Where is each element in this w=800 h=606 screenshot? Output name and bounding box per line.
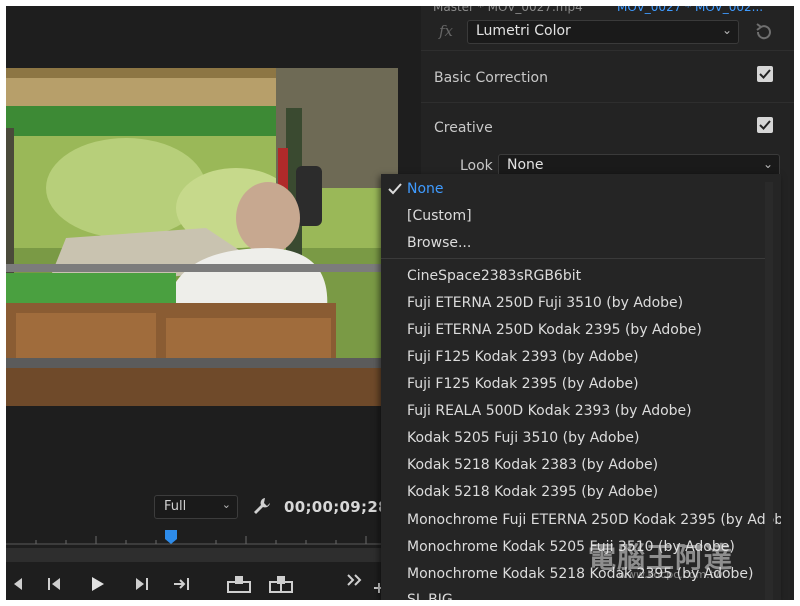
zoom-scrollbar[interactable] [6,548,421,562]
fx-icon[interactable]: fx [439,22,453,40]
section-basic-correction[interactable]: Basic Correction [434,70,548,86]
section-creative[interactable]: Creative [434,120,493,136]
program-monitor: Full ⌄ 00;00;09;28 [6,6,421,600]
menu-item-look[interactable]: CineSpace2383sRGB6bit [407,268,581,284]
play-icon[interactable] [86,574,108,594]
chevron-down-icon: ⌄ [721,23,732,37]
menu-item-look[interactable]: Fuji F125 Kodak 2393 (by Adobe) [407,349,639,365]
menu-separator [381,258,769,259]
effect-select[interactable]: Lumetri Color ⌄ [467,20,739,44]
creative-checkbox[interactable] [757,117,773,133]
menu-item-look[interactable]: Kodak 5218 Kodak 2383 (by Adobe) [407,457,658,473]
menu-item-look[interactable]: SL BIG [407,592,453,600]
menu-item-custom[interactable]: [Custom] [407,208,472,224]
menu-item-look[interactable]: Fuji ETERNA 250D Kodak 2395 (by Adobe) [407,322,702,338]
clip-header-master[interactable]: Master * MOV_0027.mp4 [433,6,583,14]
extract-icon[interactable] [268,574,294,594]
step-back-icon[interactable] [8,574,30,594]
menu-item-none[interactable]: None [407,181,444,197]
menu-item-look[interactable]: Monochrome Fuji ETERNA 250D Kodak 2395 (… [407,512,781,528]
video-frame [6,68,398,406]
go-to-out-icon[interactable] [172,574,194,594]
menu-item-look[interactable]: Kodak 5218 Kodak 2395 (by Adobe) [407,484,658,500]
lift-icon[interactable] [226,574,252,594]
time-ruler[interactable] [6,526,421,548]
playhead-timecode[interactable]: 00;00;09;28 [284,498,389,516]
watermark-url: www.kocpc.com.tw [618,568,724,581]
wrench-icon[interactable] [252,496,272,516]
chevron-down-icon: ⌄ [221,498,231,511]
transport-controls [6,568,421,600]
reset-icon[interactable] [753,22,773,42]
more-controls-icon[interactable] [344,570,366,590]
premiere-window: Full ⌄ 00;00;09;28 Master * MOV_0027.mp4… [6,6,794,600]
menu-item-look[interactable]: Kodak 5205 Fuji 3510 (by Adobe) [407,430,639,446]
clip-header-sequence[interactable]: MOV_0027 * MOV_002... [617,6,763,14]
checkmark-icon [388,183,402,195]
step-forward-frame-icon[interactable] [130,574,152,594]
look-label: Look [460,158,493,174]
divider [421,50,794,51]
chevron-down-icon: ⌄ [762,157,773,171]
menu-item-browse[interactable]: Browse... [407,235,471,251]
divider [421,102,794,103]
resolution-value: Full [164,499,187,514]
menu-item-look[interactable]: Fuji ETERNA 250D Fuji 3510 (by Adobe) [407,295,683,311]
look-value: None [507,157,544,173]
menu-item-look[interactable]: Fuji REALA 500D Kodak 2393 (by Adobe) [407,403,692,419]
menu-item-look[interactable]: Fuji F125 Kodak 2395 (by Adobe) [407,376,639,392]
effect-name: Lumetri Color [476,23,571,39]
basic-correction-checkbox[interactable] [757,66,773,82]
menu-scrollbar[interactable] [765,182,773,600]
step-back-frame-icon[interactable] [44,574,66,594]
resolution-select[interactable]: Full ⌄ [154,495,238,519]
playhead-marker [165,530,177,544]
clip-header: Master * MOV_0027.mp4 MOV_0027 * MOV_002… [421,6,794,20]
